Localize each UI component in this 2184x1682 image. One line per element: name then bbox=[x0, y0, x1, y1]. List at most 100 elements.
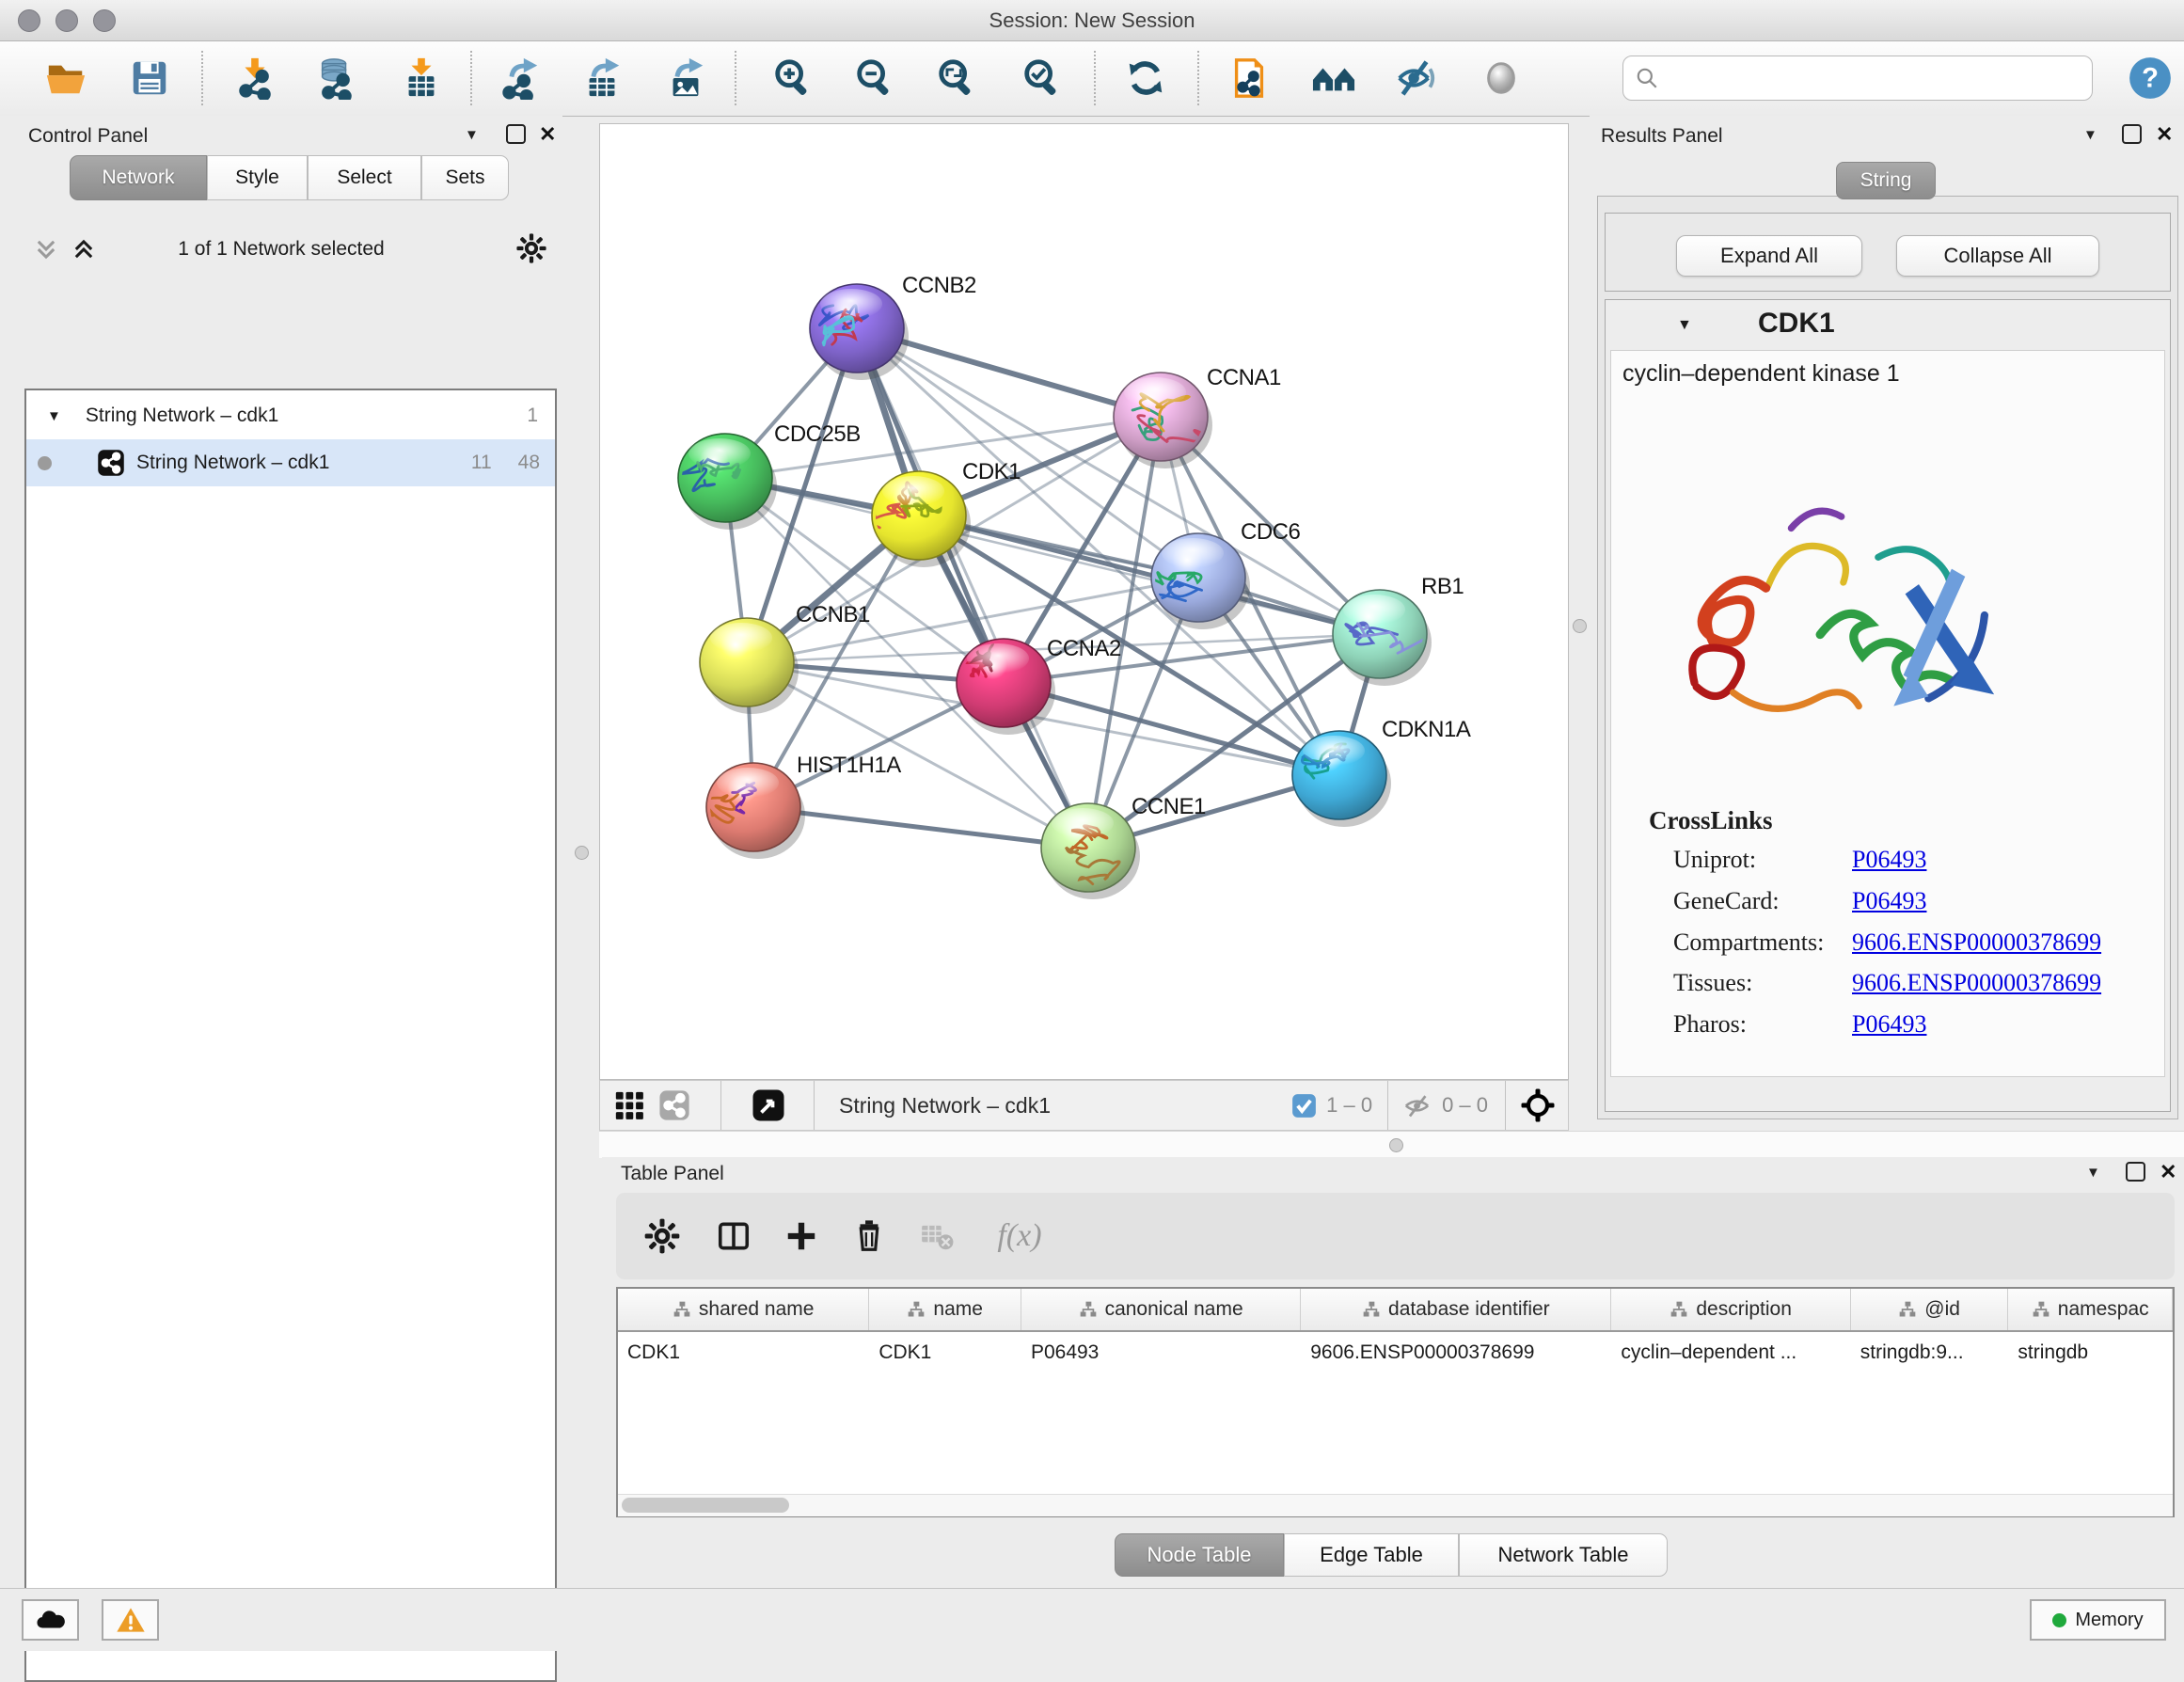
network-node-hist1h1a[interactable] bbox=[704, 763, 805, 859]
tab-edge-table[interactable]: Edge Table bbox=[1284, 1533, 1459, 1577]
network-graph[interactable]: CCNB2CCNA1CDC25BCDK1CDC6RB1CCNB1CCNA2HIS… bbox=[600, 124, 1568, 1079]
table-panel-close-icon[interactable]: ✕ bbox=[2160, 1162, 2176, 1182]
crosslink-pharos-link[interactable]: P06493 bbox=[1852, 1010, 1926, 1039]
crosslink-tissues-link[interactable]: 9606.ENSP00000378699 bbox=[1852, 969, 2101, 997]
export-table-icon[interactable] bbox=[576, 52, 628, 104]
network-row-selected[interactable]: String Network – cdk1 11 48 bbox=[26, 439, 555, 486]
string-home-icon[interactable] bbox=[1307, 52, 1360, 104]
zoom-fit-icon[interactable] bbox=[930, 52, 983, 104]
results-panel-close-icon[interactable]: ✕ bbox=[2156, 124, 2173, 145]
scrollbar-thumb[interactable] bbox=[622, 1498, 789, 1513]
open-in-window-icon[interactable] bbox=[752, 1088, 785, 1122]
help-icon[interactable]: ? bbox=[2124, 52, 2176, 104]
results-panel-menu-icon[interactable]: ▼ bbox=[2083, 127, 2097, 143]
import-table-icon[interactable] bbox=[395, 52, 448, 104]
column-header-shared-name[interactable]: shared name bbox=[618, 1289, 869, 1330]
warning-button[interactable] bbox=[102, 1599, 159, 1641]
delete-column-icon[interactable] bbox=[840, 1207, 898, 1265]
horizontal-splitter[interactable] bbox=[599, 1131, 2184, 1158]
tab-network-table[interactable]: Network Table bbox=[1459, 1533, 1668, 1577]
tab-style[interactable]: Style bbox=[207, 155, 308, 200]
column-header-database-identifier[interactable]: database identifier bbox=[1301, 1289, 1611, 1330]
table-cell[interactable]: 9606.ENSP00000378699 bbox=[1301, 1332, 1611, 1373]
table-cell[interactable]: stringdb bbox=[2008, 1332, 2173, 1373]
crosslink-label: Pharos: bbox=[1673, 1010, 1747, 1039]
show-columns-icon[interactable] bbox=[704, 1207, 763, 1265]
memory-button[interactable]: Memory bbox=[2030, 1599, 2166, 1641]
gear-icon[interactable] bbox=[515, 232, 547, 264]
control-panel-close-icon[interactable]: ✕ bbox=[539, 124, 556, 145]
network-node-cdkn1a[interactable] bbox=[1292, 731, 1391, 827]
crosshair-icon[interactable] bbox=[1519, 1087, 1557, 1124]
table-settings-gear-icon[interactable] bbox=[633, 1207, 691, 1265]
crosslink-genecard-link[interactable]: P06493 bbox=[1852, 887, 1926, 915]
network-node-cdc25b[interactable] bbox=[678, 434, 777, 530]
control-panel-menu-icon[interactable]: ▼ bbox=[465, 127, 479, 143]
column-header-namespac[interactable]: namespac bbox=[2008, 1289, 2173, 1330]
expand-all-button[interactable]: Expand All bbox=[1676, 235, 1862, 277]
tree-expander-icon[interactable]: ▼ bbox=[47, 408, 61, 424]
tab-network[interactable]: Network bbox=[70, 155, 207, 200]
table-horizontal-scrollbar[interactable] bbox=[618, 1494, 2173, 1516]
table-panel-menu-icon[interactable]: ▼ bbox=[2086, 1165, 2100, 1181]
function-builder-icon[interactable]: f(x) bbox=[977, 1207, 1062, 1265]
node-table[interactable]: shared namenamecanonical namedatabase id… bbox=[616, 1287, 2175, 1517]
import-network-from-file-icon[interactable] bbox=[229, 52, 281, 104]
cloud-button[interactable] bbox=[22, 1599, 79, 1641]
network-node-ccna1[interactable] bbox=[1114, 373, 1222, 468]
network-share-toggle-icon[interactable] bbox=[658, 1089, 690, 1121]
table-cell[interactable]: cyclin–dependent ... bbox=[1611, 1332, 1850, 1373]
collapse-all-button[interactable]: Collapse All bbox=[1896, 235, 2099, 277]
share-document-icon[interactable] bbox=[1223, 52, 1275, 104]
tab-string[interactable]: String bbox=[1836, 162, 1936, 199]
table-cell[interactable]: P06493 bbox=[1021, 1332, 1301, 1373]
table-row[interactable]: CDK1CDK1P064939606.ENSP00000378699cyclin… bbox=[618, 1332, 2173, 1373]
results-panel-float-icon[interactable] bbox=[2122, 124, 2142, 144]
crosslink-label: Compartments: bbox=[1673, 928, 1824, 957]
vertical-splitter-handle[interactable] bbox=[575, 846, 589, 860]
gene-expander-icon[interactable]: ▼ bbox=[1677, 317, 1692, 334]
search-input[interactable] bbox=[1659, 67, 2077, 90]
crosslink-uniprot-link[interactable]: P06493 bbox=[1852, 846, 1926, 874]
network-collection-row[interactable]: ▼ String Network – cdk1 1 bbox=[26, 392, 555, 439]
crosslinks-title: CrossLinks bbox=[1649, 806, 1773, 835]
export-image-icon[interactable] bbox=[659, 52, 712, 104]
zoom-out-icon[interactable] bbox=[848, 52, 901, 104]
column-header--id[interactable]: @id bbox=[1851, 1289, 2009, 1330]
zoom-selected-icon[interactable] bbox=[1016, 52, 1068, 104]
control-panel-float-icon[interactable] bbox=[506, 124, 526, 144]
vertical-splitter-handle[interactable] bbox=[1573, 619, 1587, 633]
table-panel-float-icon[interactable] bbox=[2126, 1162, 2145, 1182]
export-network-icon[interactable] bbox=[494, 52, 546, 104]
horizontal-splitter-handle[interactable] bbox=[1389, 1138, 1403, 1152]
open-session-icon[interactable] bbox=[40, 52, 92, 104]
table-toolbar: f(x) bbox=[616, 1193, 2175, 1279]
hidden-eye-slash-icon[interactable] bbox=[1401, 1090, 1432, 1121]
tab-select[interactable]: Select bbox=[308, 155, 421, 200]
highlight-icon[interactable] bbox=[1475, 52, 1527, 104]
column-header-name[interactable]: name bbox=[869, 1289, 1021, 1330]
delete-table-icon[interactable] bbox=[908, 1207, 966, 1265]
network-selection-status: 1 of 1 Network selected bbox=[0, 238, 562, 261]
import-network-from-database-icon[interactable] bbox=[309, 52, 362, 104]
birds-eye-grid-icon[interactable] bbox=[613, 1089, 645, 1121]
column-header-description[interactable]: description bbox=[1611, 1289, 1850, 1330]
selected-checkbox-icon[interactable] bbox=[1291, 1093, 1317, 1119]
add-column-icon[interactable] bbox=[772, 1207, 831, 1265]
column-header-canonical-name[interactable]: canonical name bbox=[1021, 1289, 1301, 1330]
tab-sets[interactable]: Sets bbox=[421, 155, 509, 200]
save-session-icon[interactable] bbox=[123, 52, 176, 104]
network-canvas[interactable]: CCNB2CCNA1CDC25BCDK1CDC6RB1CCNB1CCNA2HIS… bbox=[599, 123, 1569, 1080]
network-node-rb1[interactable] bbox=[1333, 590, 1432, 686]
table-cell[interactable]: CDK1 bbox=[869, 1332, 1021, 1373]
search-icon bbox=[1635, 66, 1659, 90]
network-node-count: 11 bbox=[471, 452, 492, 474]
hide-glasses-icon[interactable] bbox=[1389, 52, 1442, 104]
crosslink-compartments-link[interactable]: 9606.ENSP00000378699 bbox=[1852, 928, 2101, 957]
refresh-icon[interactable] bbox=[1119, 52, 1172, 104]
search-field[interactable] bbox=[1622, 56, 2093, 101]
zoom-in-icon[interactable] bbox=[767, 52, 819, 104]
table-cell[interactable]: stringdb:9... bbox=[1851, 1332, 2009, 1373]
table-cell[interactable]: CDK1 bbox=[618, 1332, 869, 1373]
tab-node-table[interactable]: Node Table bbox=[1115, 1533, 1284, 1577]
